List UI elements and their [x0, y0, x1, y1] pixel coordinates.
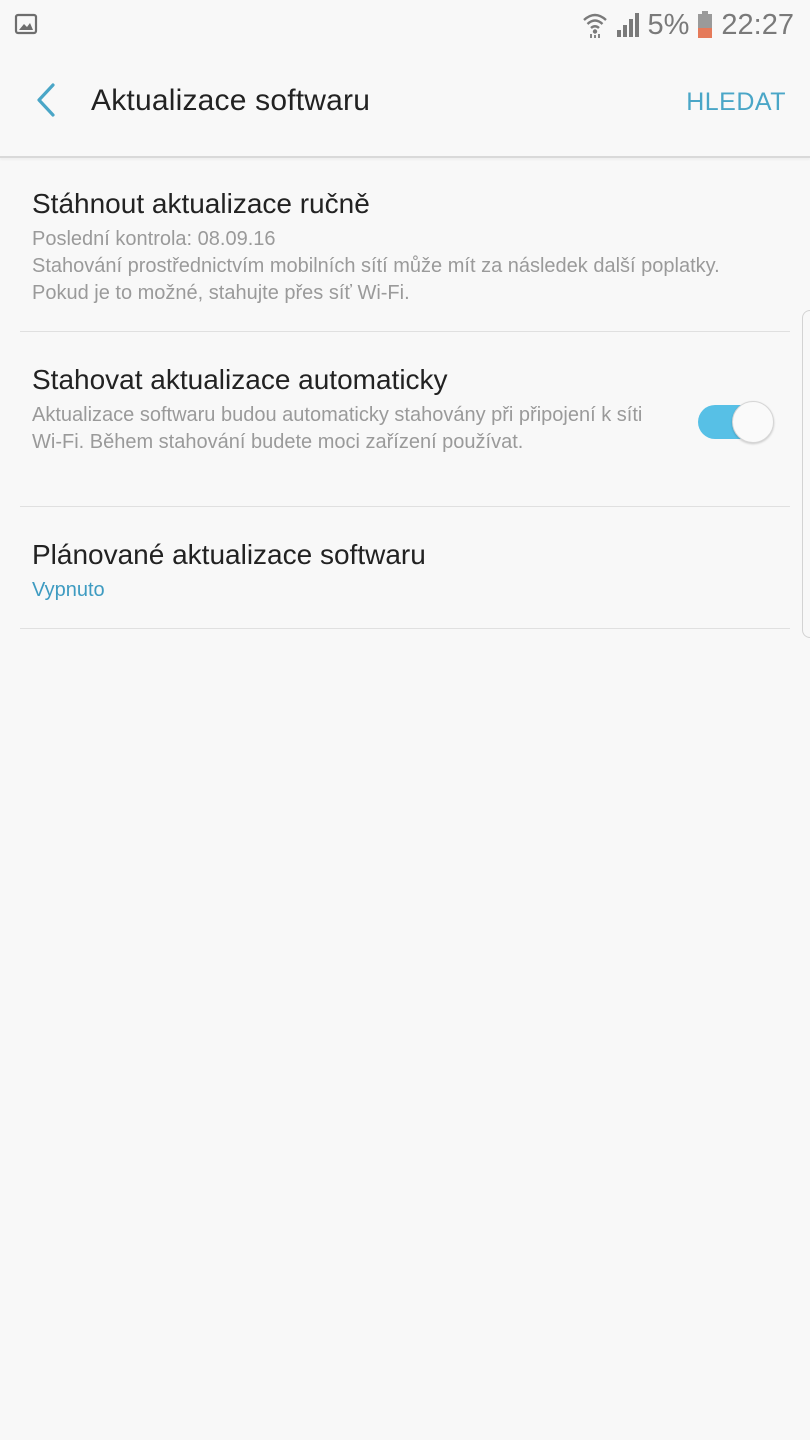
- battery-icon: [697, 11, 713, 39]
- last-check-text: Poslední kontrola: 08.09.16: [32, 228, 276, 250]
- status-indicators: 5% 22:27: [582, 6, 794, 44]
- setting-description: Aktualizace softwaru budou automaticky s…: [32, 404, 643, 453]
- setting-title: Plánované aktualizace softwaru: [32, 539, 426, 570]
- battery-percent: 5%: [647, 8, 690, 41]
- clock: 22:27: [721, 8, 794, 41]
- toggle-knob: [732, 401, 774, 443]
- setting-title: Stáhnout aktualizace ručně: [32, 188, 370, 219]
- setting-scheduled-updates[interactable]: Plánované aktualizace softwaru Vypnuto: [0, 507, 810, 629]
- setting-title: Stahovat aktualizace automaticky: [32, 364, 448, 395]
- status-bar: 5% 22:27: [0, 0, 810, 50]
- settings-list: Stáhnout aktualizace ručně Poslední kont…: [0, 158, 810, 629]
- setting-value: Vypnuto: [32, 579, 105, 601]
- edge-panel-handle[interactable]: [802, 310, 810, 638]
- chevron-left-icon: [34, 82, 58, 123]
- setting-description: Stahování prostřednictvím mobilních sítí…: [32, 255, 720, 304]
- setting-auto-download[interactable]: Stahovat aktualizace automaticky Aktuali…: [0, 332, 810, 507]
- page-title: Aktualizace softwaru: [91, 84, 371, 117]
- screen: 5% 22:27 Aktualizace softwaru HLEDAT Stá…: [0, 0, 810, 1440]
- auto-download-toggle[interactable]: [698, 400, 774, 444]
- search-button[interactable]: HLEDAT: [686, 88, 786, 117]
- app-bar: Aktualizace softwaru HLEDAT: [0, 52, 810, 158]
- divider: [20, 628, 790, 629]
- wifi-icon: [582, 11, 608, 39]
- setting-manual-download[interactable]: Stáhnout aktualizace ručně Poslední kont…: [0, 158, 810, 332]
- signal-icon: [616, 12, 640, 38]
- gallery-notification-icon: [14, 12, 38, 36]
- back-button[interactable]: [18, 74, 74, 130]
